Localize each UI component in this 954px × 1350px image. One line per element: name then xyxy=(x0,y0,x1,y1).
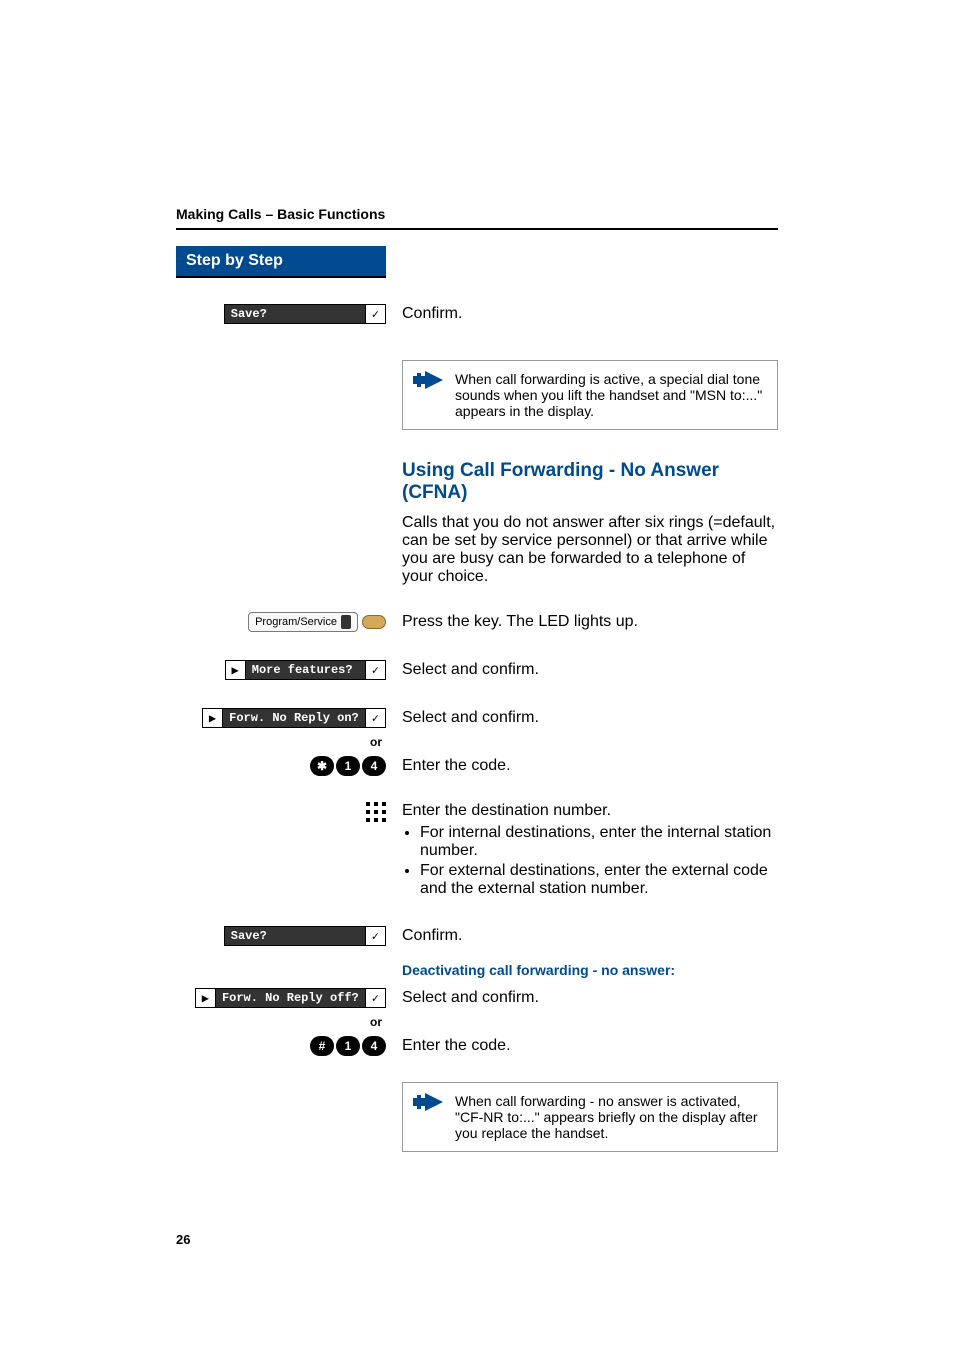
enter-destination-text: Enter the destination number. xyxy=(402,802,778,820)
save-pill-label: Save? xyxy=(225,927,365,945)
save-pill: Save? ✓ xyxy=(224,304,386,324)
note-text: When call forwarding - no answer is acti… xyxy=(455,1093,767,1141)
save-pill: Save? ✓ xyxy=(224,926,386,946)
chevron-right-icon: ▶ xyxy=(226,661,245,679)
hash-key-icon: # xyxy=(310,1036,334,1056)
code-off-keys: # 1 4 xyxy=(310,1036,386,1056)
chevron-right-icon: ▶ xyxy=(196,989,215,1007)
section-intro: Calls that you do not answer after six r… xyxy=(402,514,778,586)
forw-on-pill: ▶ Forw. No Reply on? ✓ xyxy=(202,708,386,728)
confirm-text: Confirm. xyxy=(402,305,778,323)
star-key-icon: ✱ xyxy=(310,756,334,776)
forw-on-label: Forw. No Reply on? xyxy=(222,709,365,727)
save-pill-label: Save? xyxy=(225,305,365,323)
or-label: or xyxy=(176,1015,386,1029)
digit-key-icon: 4 xyxy=(362,1036,386,1056)
forw-off-label: Forw. No Reply off? xyxy=(215,989,365,1007)
check-icon: ✓ xyxy=(365,661,385,679)
more-features-label: More features? xyxy=(245,661,365,679)
note-box: When call forwarding - no answer is acti… xyxy=(402,1082,778,1152)
press-key-text: Press the key. The LED lights up. xyxy=(402,613,778,631)
code-on-keys: ✱ 1 4 xyxy=(310,756,386,776)
or-label: or xyxy=(176,735,386,749)
deactivate-subtitle: Deactivating call forwarding - no answer… xyxy=(402,962,778,978)
program-service-key: Program/Service xyxy=(248,612,358,632)
digit-key-icon: 4 xyxy=(362,756,386,776)
digit-key-icon: 1 xyxy=(336,756,360,776)
confirm-text: Confirm. xyxy=(402,927,778,945)
program-service-label: Program/Service xyxy=(255,616,337,628)
destination-bullets: For internal destinations, enter the int… xyxy=(420,822,778,900)
check-icon: ✓ xyxy=(365,989,385,1007)
section-title: Using Call Forwarding - No Answer (CFNA) xyxy=(402,460,778,504)
chevron-right-icon: ▶ xyxy=(203,709,222,727)
running-header: Making Calls – Basic Functions xyxy=(176,206,778,230)
enter-code-text: Enter the code. xyxy=(402,1037,778,1055)
note-arrow-icon xyxy=(413,371,447,394)
select-confirm-text: Select and confirm. xyxy=(402,709,778,727)
note-text: When call forwarding is active, a specia… xyxy=(455,371,767,419)
check-icon: ✓ xyxy=(365,305,385,323)
check-icon: ✓ xyxy=(365,927,385,945)
led-icon xyxy=(362,615,386,629)
select-confirm-text: Select and confirm. xyxy=(402,989,778,1007)
digit-key-icon: 1 xyxy=(336,1036,360,1056)
bullet-external: For external destinations, enter the ext… xyxy=(420,862,778,898)
note-arrow-icon xyxy=(413,1093,447,1116)
keypad-icon xyxy=(366,802,386,822)
enter-code-text: Enter the code. xyxy=(402,757,778,775)
note-box: When call forwarding is active, a specia… xyxy=(402,360,778,430)
page-number: 26 xyxy=(176,1232,954,1247)
key-rect-icon xyxy=(341,615,351,629)
bullet-internal: For internal destinations, enter the int… xyxy=(420,824,778,860)
forw-off-pill: ▶ Forw. No Reply off? ✓ xyxy=(195,988,386,1008)
check-icon: ✓ xyxy=(365,709,385,727)
select-confirm-text: Select and confirm. xyxy=(402,661,778,679)
step-by-step-header: Step by Step xyxy=(176,246,386,278)
more-features-pill: ▶ More features? ✓ xyxy=(225,660,386,680)
